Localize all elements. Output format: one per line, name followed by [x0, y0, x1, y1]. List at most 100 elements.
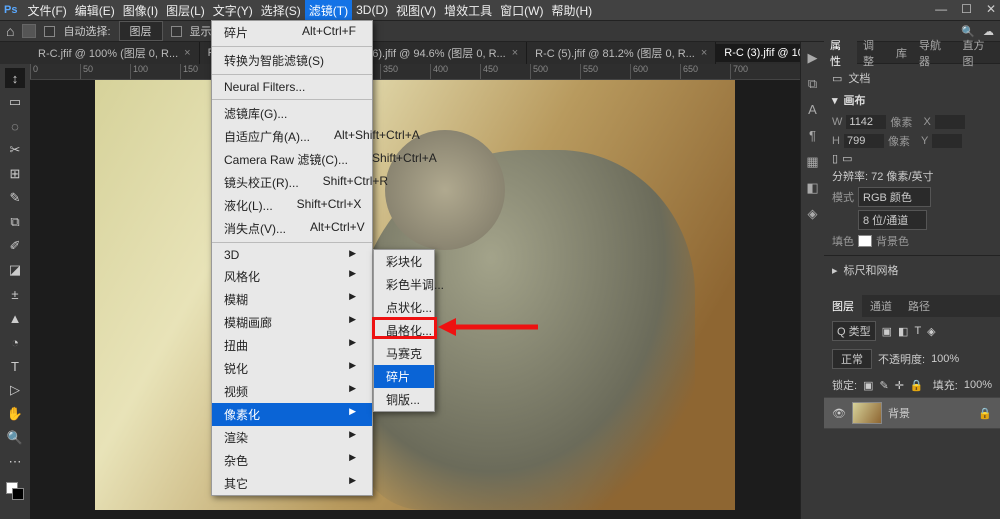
marquee-tool[interactable]: ▭	[5, 92, 25, 112]
filter-gallery[interactable]: 滤镜库(G)...	[212, 102, 372, 125]
gradient-tool[interactable]: ±	[5, 284, 25, 304]
sub-fragment[interactable]: 碎片	[374, 365, 434, 388]
lock-icon[interactable]: ▣	[863, 379, 873, 392]
menu-type[interactable]: 文字(Y)	[209, 0, 257, 21]
sub-mosaic[interactable]: 马赛克	[374, 342, 434, 365]
menu-layer[interactable]: 图层(L)	[162, 0, 209, 21]
filter-distort[interactable]: 扭曲	[212, 334, 372, 357]
path-tool[interactable]: ▷	[5, 380, 25, 400]
filter-stylize[interactable]: 风格化	[212, 265, 372, 288]
filter-icon[interactable]: T	[914, 325, 921, 337]
filter-convert-smart[interactable]: 转换为智能滤镜(S)	[212, 49, 372, 72]
more-tools[interactable]: ⋯	[5, 452, 25, 472]
blend-mode-dropdown[interactable]: 正常	[832, 349, 872, 369]
menu-file[interactable]: 文件(F)	[23, 0, 70, 21]
filter-sharpen[interactable]: 锐化	[212, 357, 372, 380]
home-icon[interactable]: ⌂	[6, 23, 14, 39]
filter-liquify[interactable]: 液化(L)...Shift+Ctrl+X	[212, 194, 372, 217]
close-icon[interactable]: ×	[512, 47, 518, 59]
filter-video[interactable]: 视频	[212, 380, 372, 403]
filter-adaptive-wide[interactable]: 自适应广角(A)...Alt+Shift+Ctrl+A	[212, 125, 372, 148]
sub-facet[interactable]: 彩块化	[374, 250, 434, 273]
filter-camera-raw[interactable]: Camera Raw 滤镜(C)...Shift+Ctrl+A	[212, 148, 372, 171]
horizontal-ruler[interactable]: 0501001502002503003504004505005506006507…	[30, 64, 800, 80]
ruler-grid-section[interactable]: 标尺和网格	[844, 262, 899, 278]
background-color[interactable]	[12, 488, 24, 500]
menu-window[interactable]: 窗口(W)	[496, 0, 547, 21]
x-input[interactable]	[935, 115, 965, 129]
menu-edit[interactable]: 编辑(E)	[71, 0, 119, 21]
minimize-button[interactable]: —	[935, 2, 947, 16]
play-icon[interactable]: ▶	[805, 50, 821, 66]
filter-blur[interactable]: 模糊	[212, 288, 372, 311]
filter-blur-gallery[interactable]: 模糊画廊	[212, 311, 372, 334]
filter-icon[interactable]: ▣	[882, 325, 892, 338]
maximize-button[interactable]: ☐	[961, 2, 972, 16]
zoom-tool[interactable]: 🔍	[5, 428, 25, 448]
menu-image[interactable]: 图像(I)	[119, 0, 162, 21]
close-button[interactable]: ✕	[986, 2, 996, 16]
menu-help[interactable]: 帮助(H)	[547, 0, 596, 21]
tab-libraries[interactable]: 库	[890, 42, 913, 64]
hand-tool[interactable]: ✋	[5, 404, 25, 424]
type-icon[interactable]: A	[805, 102, 821, 118]
auto-select-checkbox[interactable]	[44, 26, 55, 37]
lock-icon[interactable]: 🔒	[910, 379, 924, 392]
layer-kind-filter[interactable]: Q 类型	[832, 321, 876, 341]
3d-icon[interactable]: ◈	[805, 206, 821, 222]
fill-swatch[interactable]	[858, 235, 872, 247]
color-icon[interactable]: ◧	[805, 180, 821, 196]
frame-tool[interactable]: ⊞	[5, 164, 25, 184]
lasso-tool[interactable]: ◌	[5, 116, 25, 136]
lock-icon[interactable]: ✛	[895, 379, 904, 392]
bits-dropdown[interactable]: 8 位/通道	[858, 210, 927, 230]
text-tool[interactable]: T	[5, 356, 25, 376]
doc-tab-3[interactable]: R-C (5).jfif @ 81.2% (图层 0, R...×	[527, 42, 716, 64]
swatches-icon[interactable]: ▦	[805, 154, 821, 170]
sub-mezzotint[interactable]: 铜版...	[374, 388, 434, 411]
sub-color-halftone[interactable]: 彩色半调...	[374, 273, 434, 296]
filter-vanishing-point[interactable]: 消失点(V)...Alt+Ctrl+V	[212, 217, 372, 240]
close-icon[interactable]: ×	[701, 47, 707, 59]
menu-filter[interactable]: 滤镜(T)	[305, 0, 352, 21]
filter-3d[interactable]: 3D	[212, 245, 372, 265]
brush-tool[interactable]: ✐	[5, 236, 25, 256]
color-swatch[interactable]	[6, 482, 24, 500]
crop-tool[interactable]: ✂	[5, 140, 25, 160]
filter-pixelate[interactable]: 像素化	[212, 403, 372, 426]
y-input[interactable]	[932, 134, 962, 148]
menu-select[interactable]: 选择(S)	[257, 0, 305, 21]
opacity-value[interactable]: 100%	[931, 353, 959, 365]
menu-3d[interactable]: 3D(D)	[352, 1, 392, 19]
filter-neural[interactable]: Neural Filters...	[212, 77, 372, 97]
filter-icon[interactable]: ◧	[898, 325, 908, 338]
layer-dropdown[interactable]: 图层	[119, 21, 163, 41]
tab-paths[interactable]: 路径	[900, 295, 938, 317]
menu-view[interactable]: 视图(V)	[392, 0, 440, 21]
lock-icon[interactable]: ✎	[879, 379, 888, 392]
filter-icon[interactable]: ◈	[927, 325, 935, 338]
height-input[interactable]	[844, 134, 884, 148]
layer-thumbnail[interactable]	[852, 402, 882, 424]
clone-tool[interactable]: ◪	[5, 260, 25, 280]
filter-lens-correction[interactable]: 镜头校正(R)...Shift+Ctrl+R	[212, 171, 372, 194]
close-icon[interactable]: ×	[184, 47, 190, 59]
dodge-tool[interactable]: ◔	[5, 332, 25, 352]
layer-row[interactable]: 👁 背景 🔒	[824, 397, 1000, 429]
history-icon[interactable]: ⧉	[805, 76, 821, 92]
fill-value[interactable]: 100%	[964, 379, 992, 391]
orient-landscape-icon[interactable]: ▭	[842, 152, 852, 165]
layer-name[interactable]: 背景	[888, 405, 910, 421]
visibility-icon[interactable]: 👁	[832, 407, 846, 420]
healing-tool[interactable]: ⧉	[5, 212, 25, 232]
filter-last[interactable]: 碎片Alt+Ctrl+F	[212, 21, 372, 44]
paragraph-icon[interactable]: ¶	[805, 128, 821, 144]
orient-portrait-icon[interactable]: ▯	[832, 152, 838, 165]
pen-tool[interactable]: ▲	[5, 308, 25, 328]
tab-channels[interactable]: 通道	[862, 295, 900, 317]
filter-other[interactable]: 其它	[212, 472, 372, 495]
eyedropper-tool[interactable]: ✎	[5, 188, 25, 208]
filter-render[interactable]: 渲染	[212, 426, 372, 449]
menu-plugins[interactable]: 增效工具	[440, 0, 496, 21]
tab-layers[interactable]: 图层	[824, 295, 862, 317]
